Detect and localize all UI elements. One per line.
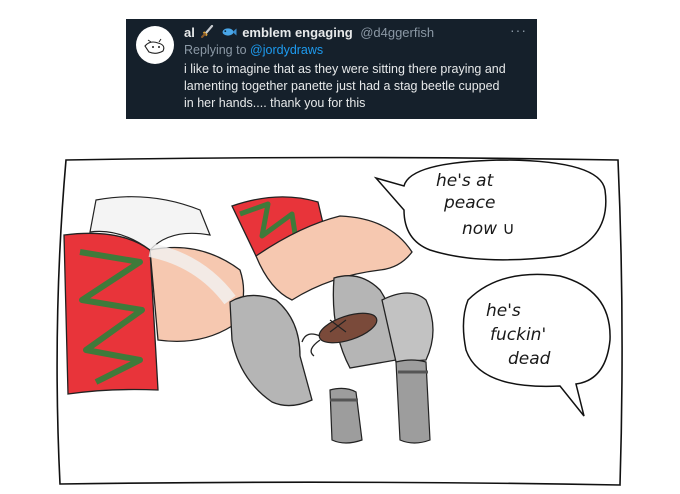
comic-panel: he's at peace now ∪ he's fuckin' dead — [56, 156, 623, 486]
bubble-bottom-line: fuckin' — [490, 325, 546, 345]
left-sleeve — [63, 232, 159, 395]
grey-gloves — [229, 275, 434, 444]
bubble-top-line: now ∪ — [462, 219, 515, 239]
bubble-top-line: he's at — [436, 171, 495, 191]
speech-bubble-bottom: he's fuckin' dead — [462, 273, 611, 417]
bubble-top-line: peace — [443, 193, 495, 213]
speech-bubble-top: he's at peace now ∪ — [373, 159, 607, 261]
bubble-bottom-line: dead — [508, 349, 551, 369]
bubble-bottom-line: he's — [486, 301, 521, 321]
